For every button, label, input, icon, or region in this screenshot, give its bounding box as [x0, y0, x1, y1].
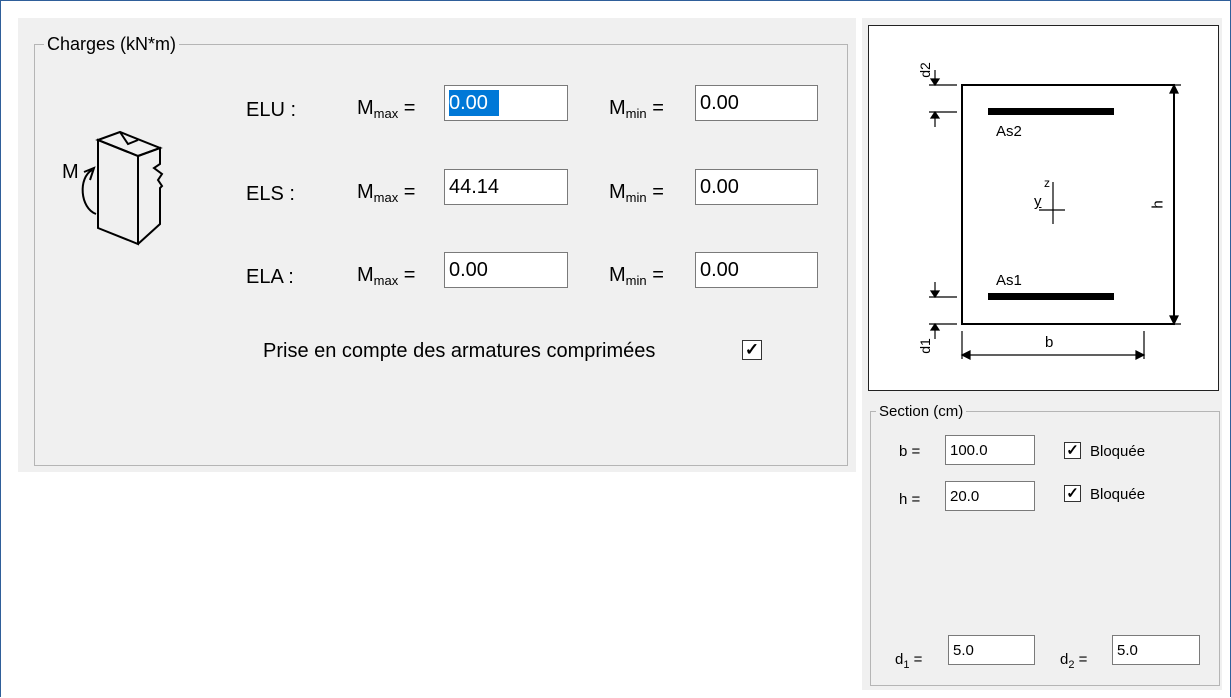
- charges-title: Charges (kN*m): [44, 34, 180, 54]
- h-field-label: h =: [899, 491, 921, 508]
- ela-label: ELA :: [246, 266, 294, 288]
- ela-mmax-label: Mmax =: [357, 264, 416, 288]
- ela-mmax-input[interactable]: [444, 252, 568, 288]
- compressed-reinforcement-label: Prise en compte des armatures comprimées: [263, 340, 656, 362]
- els-mmin-label: Mmin =: [609, 181, 664, 205]
- moment-icon: [58, 128, 178, 248]
- d2-input[interactable]: [1112, 635, 1200, 665]
- d2-label: d2: [916, 62, 933, 78]
- els-mmax-label: Mmax =: [357, 181, 416, 205]
- z-axis-label: z: [1044, 176, 1050, 190]
- d1-field-label: d1 =: [895, 651, 923, 671]
- ela-mmin-label: Mmin =: [609, 264, 664, 288]
- as1-label: As1: [996, 272, 1022, 289]
- b-locked-checkbox[interactable]: ✓: [1064, 442, 1081, 459]
- d1-input[interactable]: [948, 635, 1035, 665]
- elu-label: ELU :: [246, 99, 297, 121]
- as2-bar: [988, 108, 1114, 115]
- d1-label: d1: [916, 338, 933, 354]
- d2-field-label: d2 =: [1060, 651, 1088, 671]
- y-axis-label: y: [1034, 193, 1042, 210]
- moment-label: M: [62, 161, 79, 183]
- section-diagram: d2 d1 As2 As1 y z h b: [868, 25, 1219, 391]
- as2-label: As2: [996, 123, 1022, 140]
- b-field-label: b =: [899, 443, 921, 460]
- elu-mmin-input[interactable]: [695, 85, 818, 121]
- h-locked-label: Bloquée: [1090, 486, 1146, 503]
- ela-mmin-input[interactable]: [695, 252, 818, 288]
- section-title: Section (cm): [876, 402, 967, 422]
- elu-mmax-label: Mmax =: [357, 97, 416, 121]
- els-label: ELS :: [246, 183, 295, 205]
- h-label: h: [1149, 200, 1167, 209]
- section-outline: [961, 84, 1175, 325]
- elu-mmax-selection: 0.00: [449, 90, 499, 116]
- as1-bar: [988, 293, 1114, 300]
- h-input[interactable]: [945, 481, 1035, 511]
- els-mmin-input[interactable]: [695, 169, 818, 205]
- elu-mmin-label: Mmin =: [609, 97, 664, 121]
- els-mmax-input[interactable]: [444, 169, 568, 205]
- b-input[interactable]: [945, 435, 1035, 465]
- b-label: b: [1045, 334, 1054, 351]
- compressed-reinforcement-checkbox[interactable]: ✓: [742, 340, 762, 360]
- h-locked-checkbox[interactable]: ✓: [1064, 485, 1081, 502]
- b-locked-label: Bloquée: [1090, 443, 1146, 460]
